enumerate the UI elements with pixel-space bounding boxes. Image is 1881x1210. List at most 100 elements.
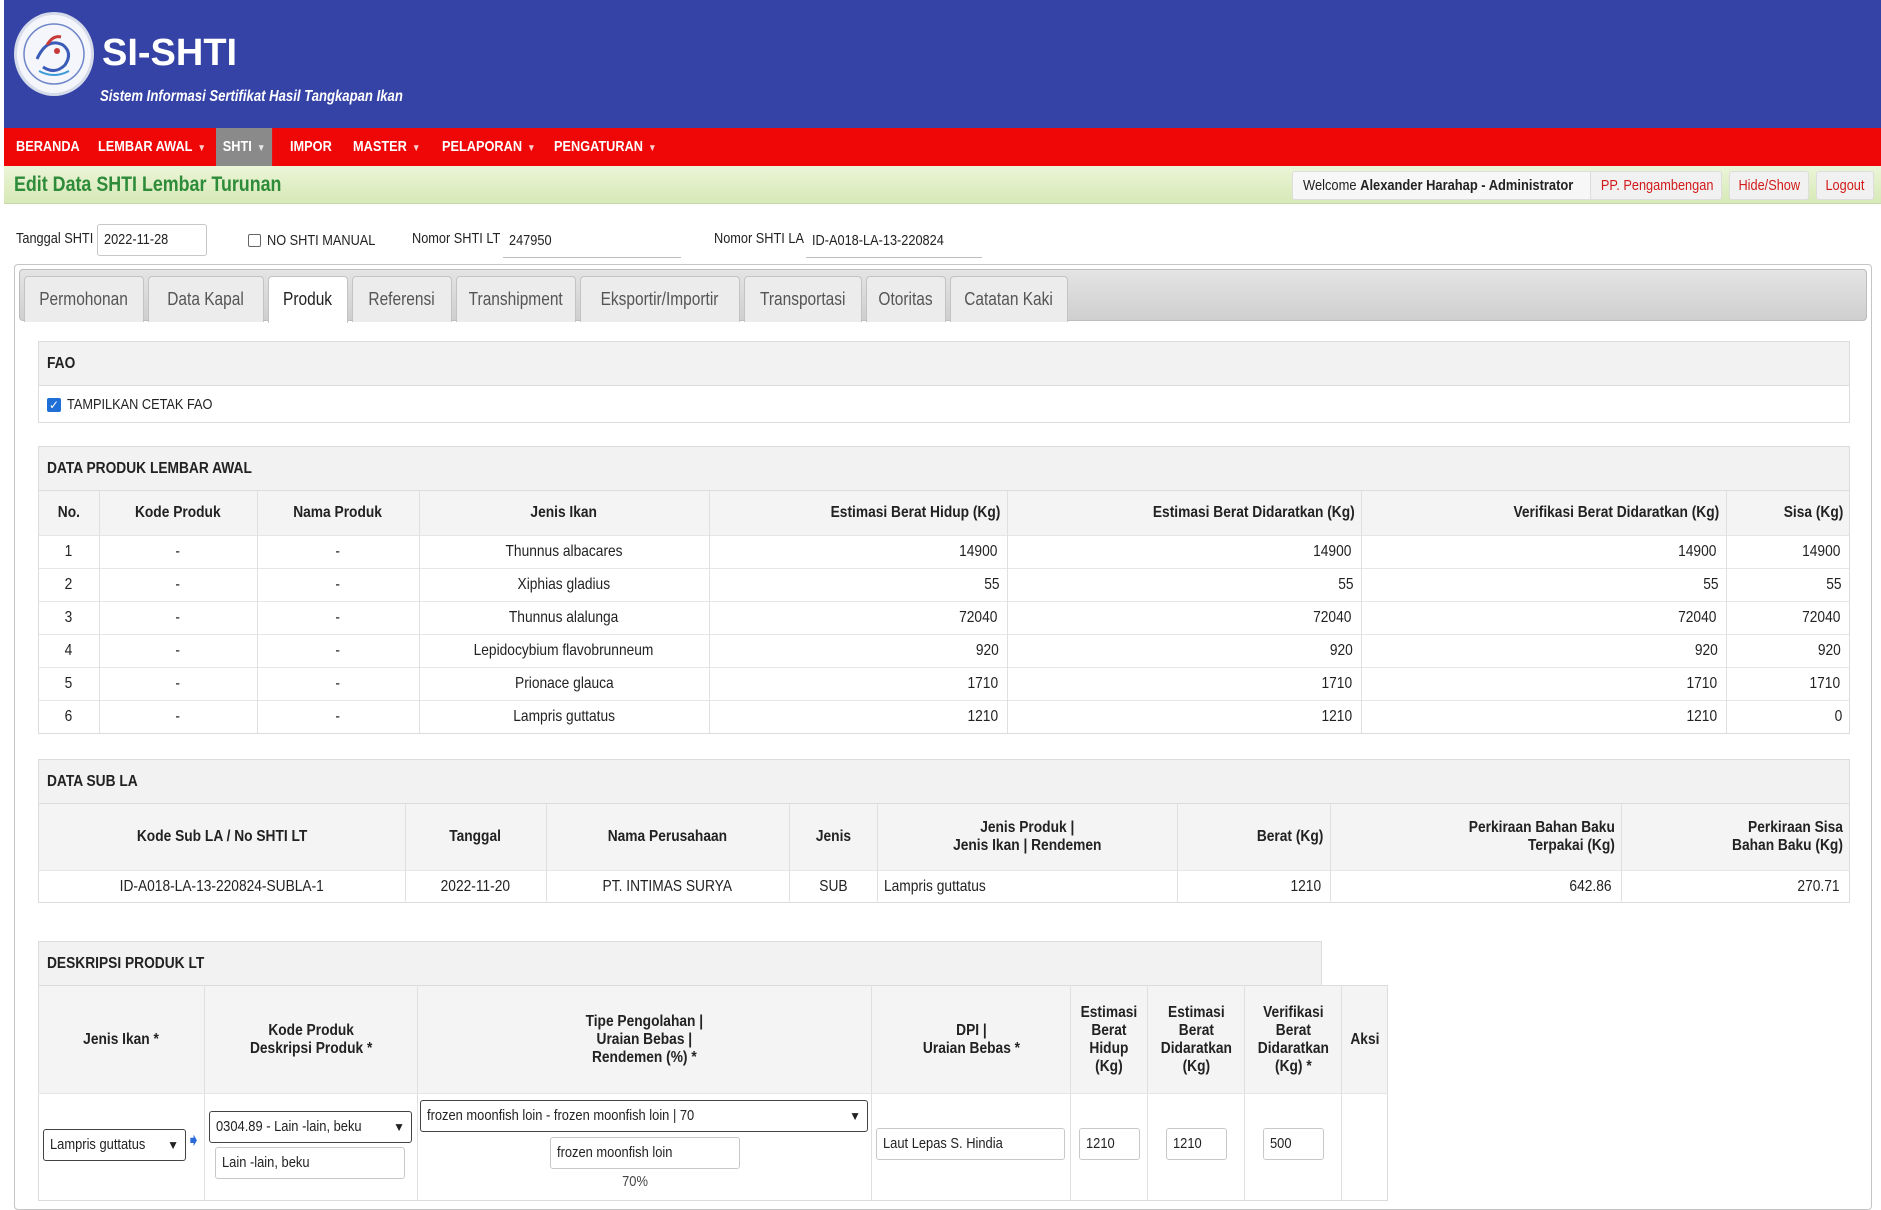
cell-sisa: 14900 <box>1726 534 1849 568</box>
sub-la-panel: DATA SUB LA Kode Sub LA / No SHTI LT Tan… <box>38 759 1850 903</box>
nomor-lt-input[interactable]: 247950 <box>503 226 681 258</box>
manual-checkbox[interactable] <box>248 234 261 247</box>
cell-kode-sub-la: ID-A018-LA-13-220824-SUBLA-1 <box>39 869 406 903</box>
cell-no: 1 <box>39 534 100 568</box>
col-kode-produk: Kode Produk Deskripsi Produk * <box>204 985 418 1094</box>
table-row: 4 - - Lepidocybium flavobrunneum 920 920… <box>39 633 1849 667</box>
deskripsi-produk-input[interactable]: Lain -lain, beku <box>215 1147 405 1179</box>
nav-lembar-awal[interactable]: LEMBAR AWAL ▼ <box>98 128 206 166</box>
jenis-ikan-select[interactable]: Lampris guttatus ▼ <box>43 1129 186 1161</box>
cell-jenis: Xiphias gladius <box>419 567 710 601</box>
estimasi-hidup-input[interactable]: 1210 <box>1079 1128 1140 1160</box>
manual-label: NO SHTI MANUAL <box>267 232 376 249</box>
cell-jenis: Prionace glauca <box>419 666 710 700</box>
cell-estimasi-hidup: 55 <box>709 567 1008 601</box>
cell-kode: - <box>99 666 258 700</box>
nav-impor[interactable]: IMPOR <box>290 128 332 166</box>
tab-transhipment[interactable]: Transhipment <box>456 276 576 322</box>
welcome-prefix: Welcome <box>1303 177 1357 194</box>
tab-otoritas[interactable]: Otoritas <box>866 276 946 322</box>
sub-la-table: Kode Sub LA / No SHTI LT Tanggal Nama Pe… <box>39 804 1849 903</box>
table-header-row: Kode Sub LA / No SHTI LT Tanggal Nama Pe… <box>39 804 1849 870</box>
col-verifikasi: Verifikasi Berat Didaratkan (Kg) <box>1361 491 1727 535</box>
cell-sisa: 1710 <box>1726 666 1849 700</box>
cell-kode: - <box>99 567 258 601</box>
cell-no: 2 <box>39 567 100 601</box>
arrow-right-icon[interactable]: ➧ <box>186 1130 201 1151</box>
cell-kode: - <box>99 699 258 733</box>
nomor-la-label: Nomor SHTI LA <box>714 230 804 247</box>
nav-beranda[interactable]: BERANDA <box>16 128 80 166</box>
col-jenis-ikan: Jenis Ikan <box>419 491 710 535</box>
chevron-down-icon: ▼ <box>527 143 536 154</box>
table-header-row: Jenis Ikan * Kode Produk Deskripsi Produk… <box>38 985 1388 1094</box>
kode-produk-select[interactable]: 0304.89 - Lain -lain, beku ▼ <box>209 1111 412 1143</box>
cell-estimasi-didaratkan: 1710 <box>1007 666 1362 700</box>
cell-no: 3 <box>39 600 100 634</box>
tab-transportasi[interactable]: Transportasi <box>744 276 862 322</box>
uraian-bebas-input[interactable]: frozen moonfish loin <box>550 1137 740 1169</box>
chevron-down-icon: ▼ <box>411 143 421 154</box>
rendemen-value: 70% <box>622 1173 648 1190</box>
nav-master[interactable]: MASTER ▼ <box>353 128 420 166</box>
tab-permohonan[interactable]: Permohonan <box>24 276 144 322</box>
col-sisa-bahan-baku: Perkiraan Sisa Bahan Baku (Kg) <box>1621 804 1849 870</box>
chevron-down-icon: ▼ <box>256 143 266 154</box>
cell-nama: - <box>257 699 420 733</box>
cell-nama-perusahaan: PT. INTIMAS SURYA <box>546 869 790 903</box>
produk-awal-title: DATA PRODUK LEMBAR AWAL <box>39 447 1849 491</box>
tab-produk[interactable]: Produk <box>268 276 348 323</box>
chevron-down-icon: ▼ <box>197 143 206 154</box>
nav-pengaturan[interactable]: PENGATURAN ▼ <box>554 128 657 166</box>
tab-referensi[interactable]: Referensi <box>352 276 452 322</box>
col-nama-produk: Nama Produk <box>257 491 420 535</box>
produk-awal-table: No. Kode Produk Nama Produk Jenis Ikan E… <box>39 491 1849 733</box>
tab-catatan-kaki[interactable]: Catatan Kaki <box>950 276 1068 322</box>
hide-show-button[interactable]: Hide/Show <box>1729 171 1809 200</box>
cell-jenis-produk: Lampris guttatus <box>877 869 1178 903</box>
fao-checkbox[interactable]: ✓ <box>47 398 61 412</box>
cell-nama: - <box>257 666 420 700</box>
cell-verifikasi: 14900 <box>1361 534 1727 568</box>
page-title: Edit Data SHTI Lembar Turunan <box>14 173 282 196</box>
app-title: SI-SHTI <box>102 32 238 74</box>
cell-kode: - <box>99 633 258 667</box>
cell-nama: - <box>257 600 420 634</box>
cell-jenis: Thunnus alalunga <box>419 600 710 634</box>
tab-eksportir-importir[interactable]: Eksportir/Importir <box>580 276 740 322</box>
col-estimasi-hidup: Estimasi Berat Hidup (Kg) <box>709 491 1008 535</box>
nav-shti[interactable]: SHTI ▼ <box>216 128 273 166</box>
logout-button[interactable]: Logout <box>1816 171 1874 200</box>
cell-sisa: 55 <box>1726 567 1849 601</box>
fao-panel: FAO ✓ TAMPILKAN CETAK FAO <box>38 341 1850 423</box>
cell-estimasi-didaratkan: 920 <box>1007 633 1362 667</box>
nomor-la-input[interactable]: ID-A018-LA-13-220824 <box>806 226 982 258</box>
fao-title: FAO <box>39 342 1849 386</box>
table-header-row: No. Kode Produk Nama Produk Jenis Ikan E… <box>39 491 1849 535</box>
cell-estimasi-didaratkan: 72040 <box>1007 600 1362 634</box>
dpi-input[interactable]: Laut Lepas S. Hindia <box>876 1128 1065 1160</box>
cell-tanggal: 2022-11-20 <box>405 869 547 903</box>
cell-berat: 1210 <box>1177 869 1331 903</box>
unit-button[interactable]: PP. Pengambengan <box>1590 171 1722 200</box>
cell-verifikasi: 1210 <box>1361 699 1727 733</box>
cell-estimasi-hidup: 1710 <box>709 666 1008 700</box>
col-sisa: Sisa (Kg) <box>1726 491 1849 535</box>
nav-pelaporan[interactable]: PELAPORAN ▼ <box>442 128 536 166</box>
col-nama-perusahaan: Nama Perusahaan <box>546 804 790 870</box>
cell-sisa-bahan-baku: 270.71 <box>1621 869 1849 903</box>
tanggal-input[interactable]: 2022-11-28 <box>97 224 207 256</box>
col-kode-sub-la: Kode Sub LA / No SHTI LT <box>39 804 406 870</box>
cell-no: 5 <box>39 666 100 700</box>
cell-jenis: Lampris guttatus <box>419 699 710 733</box>
table-row: 3 - - Thunnus alalunga 72040 72040 72040… <box>39 600 1849 634</box>
sub-la-title: DATA SUB LA <box>39 760 1849 804</box>
verifikasi-input[interactable]: 500 <box>1263 1128 1324 1160</box>
estimasi-didaratkan-input[interactable]: 1210 <box>1166 1128 1227 1160</box>
tab-data-kapal[interactable]: Data Kapal <box>148 276 264 322</box>
tipe-pengolahan-select[interactable]: frozen moonfish loin - frozen moonfish l… <box>420 1100 868 1132</box>
col-aksi: Aksi <box>1341 985 1388 1094</box>
cell-estimasi-hidup: 1210 <box>709 699 1008 733</box>
col-tipe-pengolahan: Tipe Pengolahan | Uraian Bebas | Rendemen … <box>417 985 873 1094</box>
app-logo[interactable] <box>14 12 94 96</box>
